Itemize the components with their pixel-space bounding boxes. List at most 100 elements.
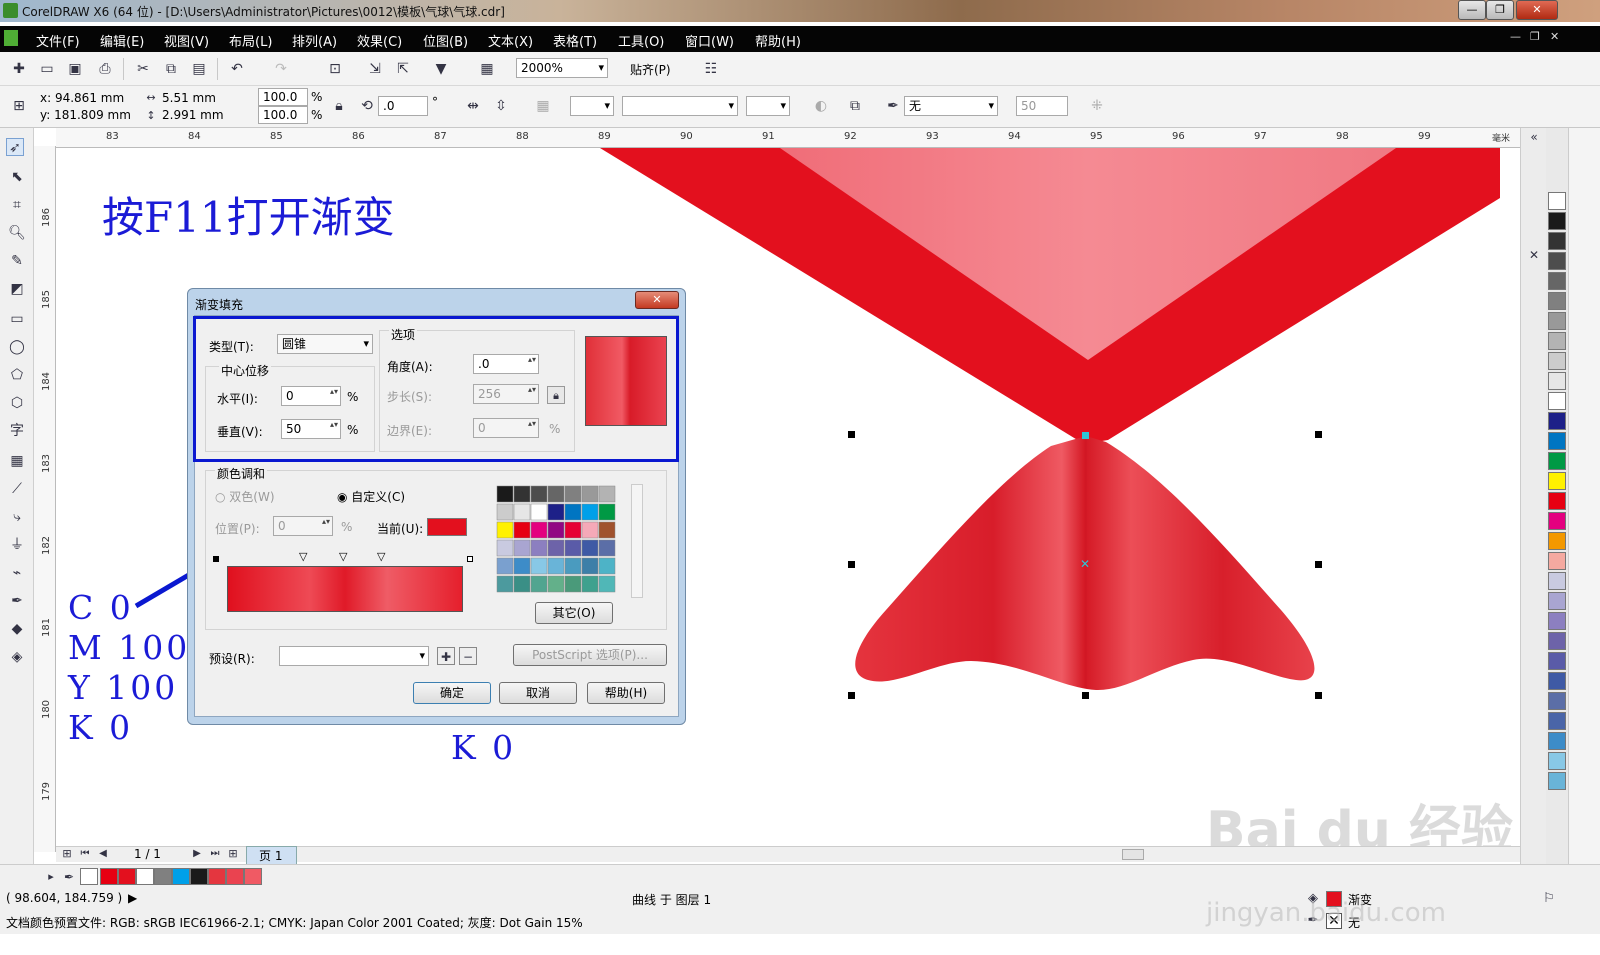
menu-view[interactable]: 视图(V) bbox=[164, 31, 209, 50]
collapse-docker-icon[interactable]: « bbox=[1525, 128, 1543, 146]
vertical-ruler[interactable]: 186 185 184 183 182 181 180 179 bbox=[34, 146, 56, 852]
palette-swatch[interactable] bbox=[1548, 292, 1566, 310]
publish-pdf-icon[interactable]: ▼ bbox=[432, 60, 450, 78]
end-arrow-select[interactable] bbox=[746, 96, 790, 116]
postscript-options-button[interactable]: PostScript 选项(P)... bbox=[513, 644, 667, 666]
previous-page-icon[interactable]: ◀ bbox=[94, 845, 112, 863]
palette-swatches[interactable] bbox=[495, 484, 629, 598]
palette-swatch[interactable] bbox=[1548, 252, 1566, 270]
start-arrow-select[interactable] bbox=[570, 96, 614, 116]
x-position[interactable]: x: 94.861 mm bbox=[40, 91, 124, 105]
mirror-horizontal-icon[interactable]: ⇹ bbox=[464, 97, 482, 115]
palette-swatch[interactable] bbox=[1548, 692, 1566, 710]
freehand-tool-icon[interactable]: ✎ bbox=[8, 252, 26, 270]
lock-steps-icon[interactable]: 🔒︎ bbox=[547, 386, 565, 404]
snap-to-menu[interactable]: 贴齐(P) bbox=[630, 61, 671, 78]
palette-swatch[interactable] bbox=[1548, 432, 1566, 450]
eyedropper-icon[interactable]: ✒ bbox=[60, 868, 78, 886]
rotation-angle-field[interactable]: .0 bbox=[378, 96, 428, 116]
gradient-start-marker[interactable] bbox=[213, 556, 219, 562]
menu-text[interactable]: 文本(X) bbox=[488, 31, 533, 50]
doc-swatch[interactable] bbox=[172, 868, 190, 885]
options-icon[interactable]: ☷ bbox=[702, 60, 720, 78]
doc-swatch[interactable] bbox=[244, 868, 262, 885]
interactive-fill-icon[interactable]: ◈ bbox=[8, 648, 26, 666]
pick-tool-icon[interactable]: ➶ bbox=[6, 138, 24, 156]
color-profile-info[interactable]: 文档颜色预置文件: RGB: sRGB IEC61966-2.1; CMYK: … bbox=[6, 914, 583, 931]
zoom-tool-icon[interactable]: 🔍︎ bbox=[8, 224, 26, 242]
palette-swatch[interactable] bbox=[1548, 572, 1566, 590]
user-icon[interactable]: ⚐ bbox=[1540, 890, 1558, 908]
gradient-bar[interactable] bbox=[227, 566, 463, 612]
two-color-radio[interactable]: ○ 双色(W) bbox=[215, 488, 275, 505]
menu-bitmaps[interactable]: 位图(B) bbox=[423, 31, 468, 50]
palette-swatch[interactable] bbox=[1548, 212, 1566, 230]
undo-icon[interactable]: ↶ bbox=[228, 60, 246, 78]
outline-tool-icon[interactable]: ✒ bbox=[8, 592, 26, 610]
add-page-after-icon[interactable]: ⊞ bbox=[224, 845, 242, 863]
object-width[interactable]: 5.51 mm bbox=[162, 91, 216, 105]
ok-button[interactable]: 确定 bbox=[413, 682, 491, 704]
add-preset-icon[interactable]: ✚ bbox=[437, 647, 455, 665]
doc-close-icon[interactable]: ✕ bbox=[1550, 30, 1559, 43]
palette-swatch[interactable] bbox=[1548, 392, 1566, 410]
doc-swatch[interactable] bbox=[118, 868, 136, 885]
shape-tool-icon[interactable]: ⬉ bbox=[8, 168, 26, 186]
close-button[interactable]: ✕ bbox=[1516, 0, 1558, 20]
palette-swatch[interactable] bbox=[1548, 732, 1566, 750]
palette-swatch[interactable] bbox=[1548, 372, 1566, 390]
line-style-select[interactable] bbox=[622, 96, 738, 116]
palette-swatch[interactable] bbox=[1548, 552, 1566, 570]
palette-swatch[interactable] bbox=[1548, 412, 1566, 430]
menu-arrange[interactable]: 排列(A) bbox=[292, 31, 337, 50]
y-position[interactable]: y: 181.809 mm bbox=[40, 108, 131, 122]
menu-layout[interactable]: 布局(L) bbox=[229, 31, 272, 50]
doc-swatch[interactable] bbox=[136, 868, 154, 885]
palette-swatch[interactable] bbox=[1548, 652, 1566, 670]
palette-options-icon[interactable]: ▸ bbox=[42, 868, 60, 886]
palette-swatch[interactable] bbox=[1548, 512, 1566, 530]
palette-swatch[interactable] bbox=[1548, 752, 1566, 770]
palette-swatch[interactable] bbox=[1548, 472, 1566, 490]
edge-pad-field[interactable]: 0 bbox=[473, 418, 539, 438]
search-content-icon[interactable]: ⊡ bbox=[326, 60, 344, 78]
position-field[interactable]: 0 bbox=[273, 516, 333, 536]
palette-swatch[interactable] bbox=[1548, 492, 1566, 510]
other-button[interactable]: 其它(O) bbox=[535, 602, 613, 624]
type-select[interactable]: 圆锥 bbox=[277, 334, 373, 354]
ellipse-tool-icon[interactable]: ◯ bbox=[8, 338, 26, 356]
gradient-stop-marker[interactable]: ▽ bbox=[339, 550, 347, 563]
last-page-icon[interactable]: ⏭ bbox=[206, 845, 224, 863]
current-color-swatch[interactable] bbox=[427, 518, 467, 536]
palette-swatch[interactable] bbox=[1548, 612, 1566, 630]
doc-swatch[interactable] bbox=[190, 868, 208, 885]
no-color-swatch[interactable] bbox=[1548, 192, 1566, 210]
horizontal-ruler[interactable]: 83 84 85 86 87 88 89 90 91 92 93 94 95 9… bbox=[56, 128, 1520, 148]
menu-tools[interactable]: 工具(O) bbox=[618, 31, 664, 50]
menu-table[interactable]: 表格(T) bbox=[553, 31, 597, 50]
import-icon[interactable]: ⇲ bbox=[366, 60, 384, 78]
expand-icon[interactable]: ▶ bbox=[128, 891, 137, 905]
horizontal-offset-field[interactable]: 0 bbox=[281, 386, 341, 406]
doc-minimize-icon[interactable]: — bbox=[1510, 30, 1521, 43]
dimension-tool-icon[interactable]: ⟋ bbox=[8, 480, 26, 498]
menu-window[interactable]: 窗口(W) bbox=[685, 31, 734, 50]
new-document-icon[interactable]: ✚ bbox=[10, 60, 28, 78]
menu-help[interactable]: 帮助(H) bbox=[755, 31, 801, 50]
first-page-icon[interactable]: ⏮ bbox=[76, 845, 94, 863]
next-page-icon[interactable]: ▶ bbox=[188, 845, 206, 863]
steps-field[interactable]: 256 bbox=[473, 384, 539, 404]
zoom-level-select[interactable]: 2000% bbox=[516, 58, 608, 78]
curve-smoothing-field[interactable]: 50 bbox=[1016, 96, 1068, 116]
copy-icon[interactable]: ⧉ bbox=[162, 60, 180, 78]
doc-swatch[interactable] bbox=[154, 868, 172, 885]
gradient-end-marker[interactable] bbox=[467, 556, 473, 562]
horizontal-scroll-thumb[interactable] bbox=[1122, 849, 1144, 860]
table-tool-icon[interactable]: ▦ bbox=[8, 452, 26, 470]
open-icon[interactable]: ▭ bbox=[38, 60, 56, 78]
minimize-button[interactable]: — bbox=[1458, 0, 1486, 20]
gradient-stop-marker[interactable]: ▽ bbox=[299, 550, 307, 563]
palette-swatch[interactable] bbox=[1548, 352, 1566, 370]
rectangle-tool-icon[interactable]: ▭ bbox=[8, 310, 26, 328]
palette-swatch[interactable] bbox=[1548, 452, 1566, 470]
